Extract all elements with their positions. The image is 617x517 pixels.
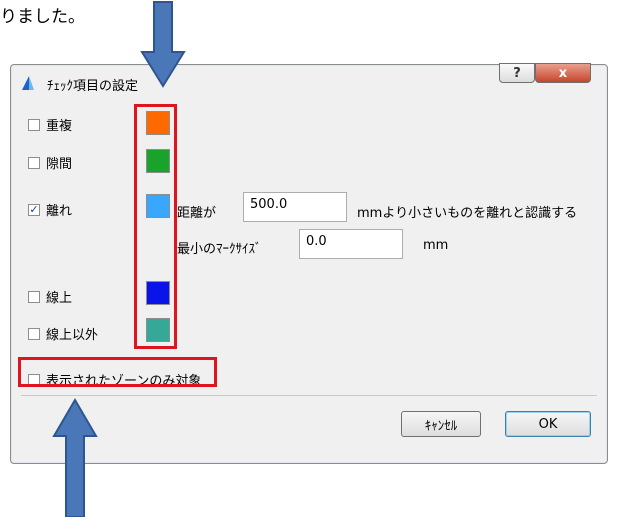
marker-size-input[interactable]: 0.0	[299, 229, 403, 259]
on-line-checkbox[interactable]	[28, 290, 40, 303]
off-line-label: 線上以外	[46, 328, 99, 343]
ok-button[interactable]: OK	[505, 411, 591, 437]
on-line-label: 線上	[46, 291, 73, 306]
item-row-separation[interactable]: ✓ 離れ	[28, 200, 72, 219]
cancel-button[interactable]: ｷｬﾝｾﾙ	[401, 411, 481, 437]
marker-size-label: 最小のﾏｰｸｻｲｽﾞ	[177, 242, 262, 257]
gap-checkbox[interactable]	[28, 156, 40, 169]
distance-input[interactable]: 500.0	[243, 192, 347, 222]
dialog-title: ﾁｪｯｸ項目の設定	[47, 79, 139, 94]
up-arrow-icon	[52, 398, 98, 517]
duplicate-checkbox[interactable]	[28, 118, 40, 131]
distance-suffix: mmより小さいものを離れと認識する	[357, 206, 578, 221]
title-bar: ﾁｪｯｸ項目の設定 ? x	[11, 63, 607, 99]
color-swatches-highlight-box	[134, 104, 177, 349]
app-logo-icon	[22, 76, 34, 90]
item-row-duplicate[interactable]: 重複	[28, 115, 72, 134]
separation-label: 離れ	[46, 204, 73, 219]
marker-size-unit: mm	[423, 238, 449, 253]
help-button[interactable]: ?	[499, 63, 535, 83]
visible-zone-highlight-box	[18, 357, 217, 387]
footer-separator	[21, 395, 597, 396]
duplicate-label: 重複	[46, 119, 73, 134]
item-row-off-line[interactable]: 線上以外	[28, 324, 98, 343]
item-row-gap[interactable]: 隙間	[28, 153, 72, 172]
down-arrow-icon	[140, 1, 186, 88]
item-row-on-line[interactable]: 線上	[28, 287, 72, 306]
off-line-checkbox[interactable]	[28, 327, 40, 340]
distance-label: 距離が	[177, 206, 217, 221]
close-button[interactable]: x	[535, 63, 591, 83]
caption-text: りました。	[0, 7, 85, 27]
separation-checkbox[interactable]: ✓	[28, 203, 40, 216]
dialog-content: 重複 隙間 ✓ 離れ 距離が 500.0 mmより小さいものを離れと認識する 最…	[11, 99, 607, 395]
gap-label: 隙間	[46, 157, 73, 172]
